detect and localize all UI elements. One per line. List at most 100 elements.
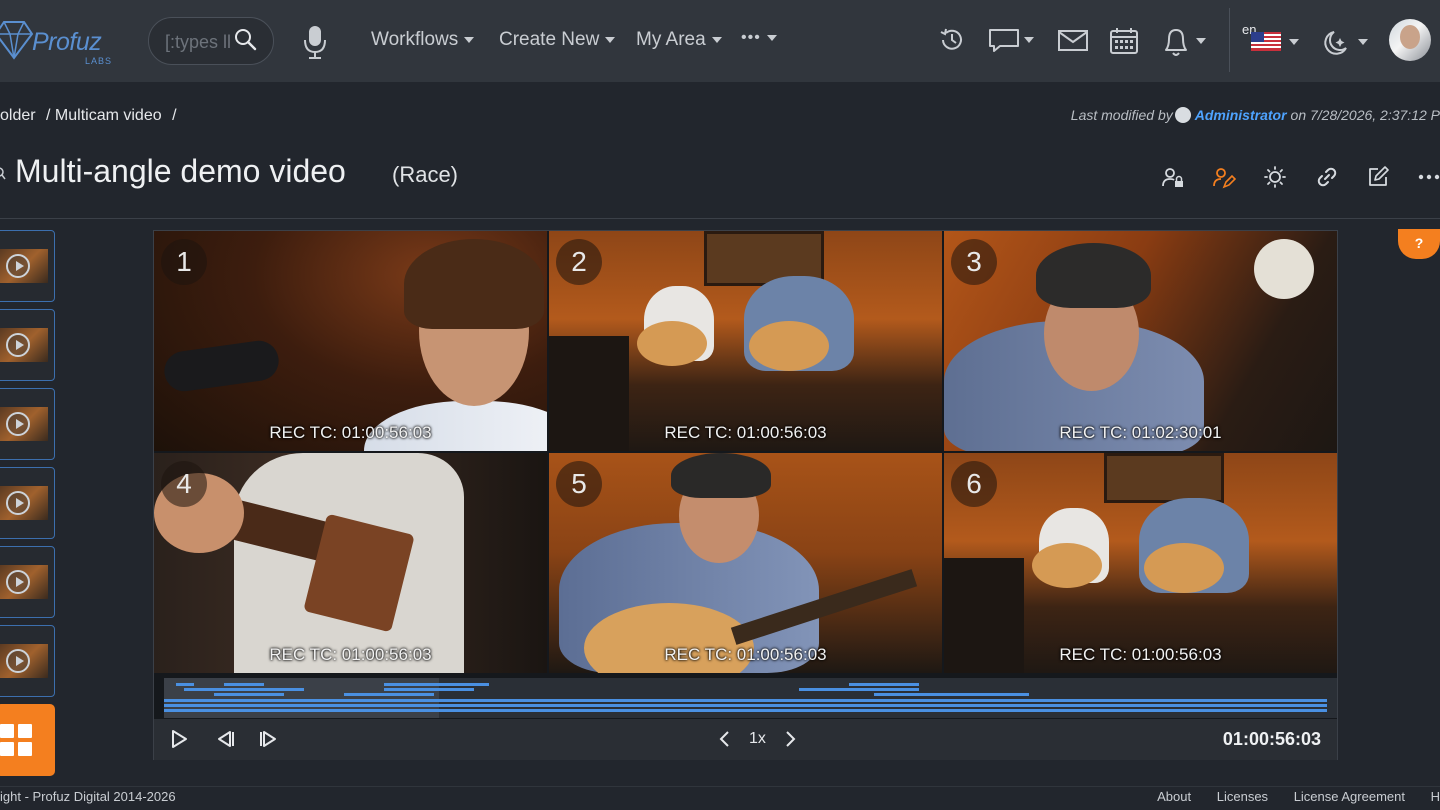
breadcrumb-item[interactable]: older [0,107,36,124]
last-modified: Last modified by Administrator on 7/28/2… [1071,107,1440,123]
asset-type-icon [0,167,6,180]
timeline-track [164,709,1327,712]
chevron-down-icon [766,35,777,41]
nav-more-label: ••• [741,29,761,46]
timeline-segment [184,688,304,691]
modifier-user-link[interactable]: Administrator [1195,107,1287,123]
timeline-segment [214,693,284,696]
search-input[interactable] [165,30,237,54]
chevron-down-icon [711,37,722,43]
bell-icon[interactable] [1161,26,1211,58]
camera-thumb[interactable] [0,388,55,460]
breadcrumb-item[interactable]: / Multicam video [46,107,162,124]
play-icon [6,333,30,357]
camera-number: 6 [951,461,997,507]
nav-create-new-label: Create New [499,29,600,50]
play-icon [6,570,30,594]
profuz-logo[interactable]: Profuz LABS [0,14,125,66]
video-frame [671,453,771,498]
logo-text: Profuz [32,28,102,56]
camera-number: 1 [161,239,207,285]
chevron-down-icon [605,37,616,43]
camera-angle-6[interactable]: 6 REC TC: 01:00:56:03 [944,453,1337,673]
camera-thumb[interactable] [0,546,55,618]
timeline-segment [344,693,434,696]
play-icon[interactable] [169,729,189,749]
breadcrumb: older / Multicam video / [0,107,183,125]
footer-link-help[interactable]: H [1431,789,1440,804]
speed-increase-icon[interactable] [783,729,797,749]
nav-workflows-label: Workflows [371,29,459,50]
chevron-down-icon[interactable] [1288,38,1300,46]
us-flag-icon[interactable] [1251,32,1281,51]
user-edit-icon[interactable] [1212,166,1236,190]
link-icon[interactable] [1316,166,1338,188]
top-bar: Profuz LABS Workflows Create New My Area… [0,0,1440,82]
camera-number: 2 [556,239,602,285]
timeline-segment [224,683,264,686]
timeline-segment [849,683,919,686]
camera-angle-1[interactable]: 1 REC TC: 01:00:56:03 [154,231,547,451]
timeline-segment [384,688,474,691]
speed-decrease-icon[interactable] [718,729,732,749]
timeline-segment [799,688,919,691]
camera-number: 5 [556,461,602,507]
rec-timecode: REC TC: 01:00:56:03 [269,423,432,442]
play-icon [6,491,30,515]
microphone-icon[interactable] [301,24,329,60]
edit-icon[interactable] [1367,166,1389,188]
footer-link-about[interactable]: About [1157,789,1191,804]
footer-copyright: ight - Profuz Digital 2014-2026 [0,789,176,804]
chat-icon[interactable] [988,26,1034,54]
footer-link-license-agreement[interactable]: License Agreement [1294,789,1405,804]
camera-thumb[interactable] [0,625,55,697]
video-frame [1036,243,1151,308]
multicam-timeline[interactable] [164,678,1337,718]
step-forward-icon[interactable] [258,729,280,749]
nav-my-area[interactable]: My Area [636,29,722,51]
help-button[interactable]: ? [1398,229,1440,259]
video-frame [1254,239,1314,299]
camera-thumb[interactable] [0,467,55,539]
camera-angle-5[interactable]: 5 REC TC: 01:00:56:03 [549,453,942,673]
mail-icon[interactable] [1057,26,1089,54]
rec-timecode: REC TC: 01:00:56:03 [664,645,827,664]
nav-workflows[interactable]: Workflows [371,29,475,51]
header-separator [0,218,1440,219]
camera-angle-2[interactable]: 2 REC TC: 01:00:56:03 [549,231,942,451]
camera-angle-4[interactable]: 4 REC TC: 01:00:56:03 [154,453,547,673]
video-frame [404,239,544,329]
sun-settings-icon[interactable] [1264,166,1286,188]
play-icon [6,412,30,436]
timeline-segment [384,683,489,686]
camera-thumb[interactable] [0,309,55,381]
step-back-icon[interactable] [214,729,236,749]
history-icon[interactable] [938,26,966,54]
play-icon [6,649,30,673]
grid-view-button[interactable] [0,704,55,776]
calendar-icon[interactable] [1109,26,1139,56]
multicam-player: 1 REC TC: 01:00:56:03 2 REC TC: 01:00:56… [153,230,1338,760]
user-lock-icon[interactable] [1161,166,1185,190]
theme-moon-icon[interactable] [1320,28,1370,58]
rec-timecode: REC TC: 01:02:30:01 [1059,423,1222,442]
modifier-avatar [1174,107,1191,123]
nav-create-new[interactable]: Create New [499,29,616,51]
footer-links: About Licenses License Agreement H [1135,789,1440,804]
camera-angle-3[interactable]: 3 REC TC: 01:02:30:01 [944,231,1337,451]
timeline-track [164,704,1327,707]
video-frame [1104,453,1224,503]
rec-timecode: REC TC: 01:00:56:03 [664,423,827,442]
toolbar-divider [1229,8,1230,72]
nav-more[interactable]: ••• [741,29,777,47]
footer-separator [0,786,1440,787]
user-avatar[interactable] [1389,19,1431,61]
play-icon [6,254,30,278]
camera-thumb[interactable] [0,230,55,302]
more-options-icon[interactable] [1418,166,1440,188]
video-frame [1032,543,1102,588]
rec-timecode: REC TC: 01:00:56:03 [1059,645,1222,664]
footer-link-licenses[interactable]: Licenses [1217,789,1268,804]
search-icon[interactable] [234,28,258,52]
nav-my-area-label: My Area [636,29,706,50]
